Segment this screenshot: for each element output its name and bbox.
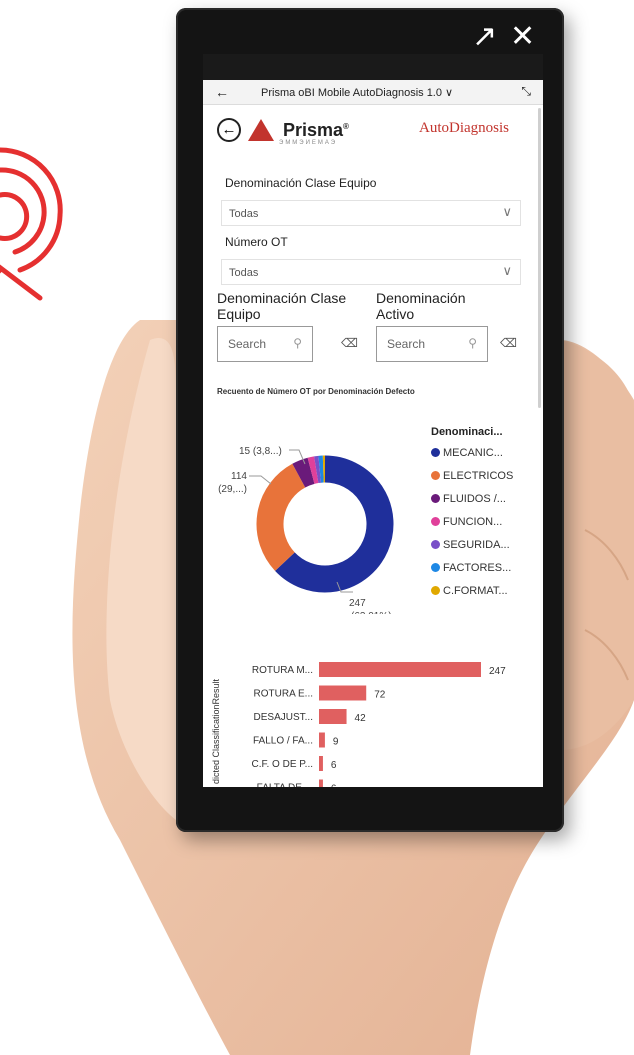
bar-1[interactable] xyxy=(319,685,367,701)
legend-item-0[interactable]: MECANIC... xyxy=(431,447,503,459)
module-title: AutoDiagnosis xyxy=(419,120,509,136)
donut-chart: 247 (63,01%) 114 (29,...) 15 (3,8...) xyxy=(218,446,394,614)
filter-dropdown-clase-equipo[interactable]: Todas ∨ xyxy=(221,200,521,226)
bar-2[interactable] xyxy=(319,709,347,724)
legend-dot-icon xyxy=(431,540,440,549)
chevron-down-icon: ∨ xyxy=(502,204,512,219)
legend-item-1[interactable]: ELECTRICOS xyxy=(431,470,513,482)
search-icon: ⚲ xyxy=(468,336,477,350)
bar-value-label-5: 6 xyxy=(331,784,337,788)
data-label-value-2: 15 (3,8...) xyxy=(239,446,282,457)
data-label-percent-0: (63,01%) xyxy=(351,611,392,614)
donut-slice-2[interactable] xyxy=(292,457,315,488)
search-input-clase-equipo[interactable]: Search ⚲ xyxy=(217,326,313,362)
filter-label-numero-ot: Número OT xyxy=(225,235,288,249)
eraser-icon[interactable]: ⌫ xyxy=(341,336,358,350)
bar-category-label-5: FALTA DE ... xyxy=(257,783,313,788)
app-bar: ← Prisma oBI Mobile AutoDiagnosis 1.0 ∨ … xyxy=(203,80,543,105)
bar-category-label-4: C.F. O DE P... xyxy=(252,759,314,770)
back-arrow-icon[interactable]: ← xyxy=(215,84,229,100)
collapse-icon[interactable]: ⤡ xyxy=(521,84,531,99)
filter-label-clase-equipo: Denominación Clase Equipo xyxy=(225,176,377,190)
bar-value-label-1: 72 xyxy=(374,690,386,701)
legend-label: SEGURIDA... xyxy=(443,539,510,551)
legend-item-2[interactable]: FLUIDOS /... xyxy=(431,493,506,505)
bar-category-label-0: ROTURA M... xyxy=(252,665,313,676)
legend-label: FLUIDOS /... xyxy=(443,493,506,505)
external-link-icon[interactable]: ↗ xyxy=(472,22,497,52)
chevron-down-icon: ∨ xyxy=(502,263,512,278)
search-input-activo[interactable]: Search ⚲ xyxy=(376,326,488,362)
bar-value-label-0: 247 xyxy=(489,666,506,677)
bar-category-label-3: FALLO / FA... xyxy=(253,736,313,747)
legend-item-4[interactable]: SEGURIDA... xyxy=(431,539,510,551)
legend-item-5[interactable]: FACTORES... xyxy=(431,562,511,574)
prisma-logo-icon xyxy=(248,119,274,141)
search-icon: ⚲ xyxy=(293,336,302,350)
legend-label: FACTORES... xyxy=(443,562,512,574)
bar-chart-ylabel: dicted ClassificationResult xyxy=(211,678,221,784)
circle-back-icon[interactable]: ← xyxy=(217,118,241,142)
donut-slice-3[interactable] xyxy=(307,456,319,484)
bar-category-label-1: ROTURA E... xyxy=(254,689,313,700)
eraser-icon[interactable]: ⌫ xyxy=(500,336,517,350)
report-title-dropdown[interactable]: Prisma oBI Mobile AutoDiagnosis 1.0 ∨ xyxy=(261,86,453,99)
legend-dot-icon xyxy=(431,517,440,526)
legend-item-3[interactable]: FUNCION... xyxy=(431,516,502,528)
legend-dot-icon xyxy=(431,494,440,503)
bar-value-label-3: 9 xyxy=(333,737,339,748)
phone-screen: ← Prisma oBI Mobile AutoDiagnosis 1.0 ∨ … xyxy=(203,54,543,787)
brand-name: Prisma® xyxy=(283,120,349,140)
data-label-value-1: 114 xyxy=(231,471,247,482)
leader-line-1 xyxy=(249,475,272,485)
bar-value-label-2: 42 xyxy=(355,713,367,724)
bar-3[interactable] xyxy=(319,732,325,748)
data-label-value-0: 247 xyxy=(349,598,366,609)
bar-category-label-2: DESAJUST... xyxy=(254,712,313,723)
legend-title: Denominaci... xyxy=(431,426,503,438)
close-icon[interactable]: ✕ xyxy=(510,22,535,52)
slicer-title-activo: Denominación Activo xyxy=(376,290,466,322)
legend-dot-icon xyxy=(431,586,440,595)
status-bar xyxy=(203,54,543,80)
slicer-title-clase-equipo: Denominación Clase Equipo xyxy=(217,290,347,322)
legend-label: FUNCION... xyxy=(443,516,503,528)
donut-chart-title: Recuento de Número OT por Denominación D… xyxy=(217,387,415,396)
data-label-percent-1: (29,...) xyxy=(218,484,247,495)
bar-0[interactable] xyxy=(319,662,481,677)
legend-label: MECANIC... xyxy=(443,447,503,459)
bar-5[interactable] xyxy=(319,779,323,788)
legend-dot-icon xyxy=(431,471,440,480)
bar-value-label-4: 6 xyxy=(331,760,337,771)
report-header: ← Prisma® ЭММЭИЕМАЭ AutoDiagnosis xyxy=(203,106,543,154)
filter-dropdown-numero-ot[interactable]: Todas ∨ xyxy=(221,259,521,285)
legend-item-6[interactable]: C.FORMAT... xyxy=(431,585,508,597)
legend-label: C.FORMAT... xyxy=(443,585,508,597)
legend-dot-icon xyxy=(431,448,440,457)
bar-chart: ROTURA M... 247 ROTURA E... 72 DESAJUST... 42… xyxy=(252,662,506,788)
brand-subtitle: ЭММЭИЕМАЭ xyxy=(279,140,338,146)
donut-slice-1[interactable] xyxy=(256,463,306,571)
vertical-scrollbar[interactable] xyxy=(538,108,541,408)
legend-label: ELECTRICOS xyxy=(443,470,514,482)
legend-dot-icon xyxy=(431,563,440,572)
bar-4[interactable] xyxy=(319,756,323,771)
